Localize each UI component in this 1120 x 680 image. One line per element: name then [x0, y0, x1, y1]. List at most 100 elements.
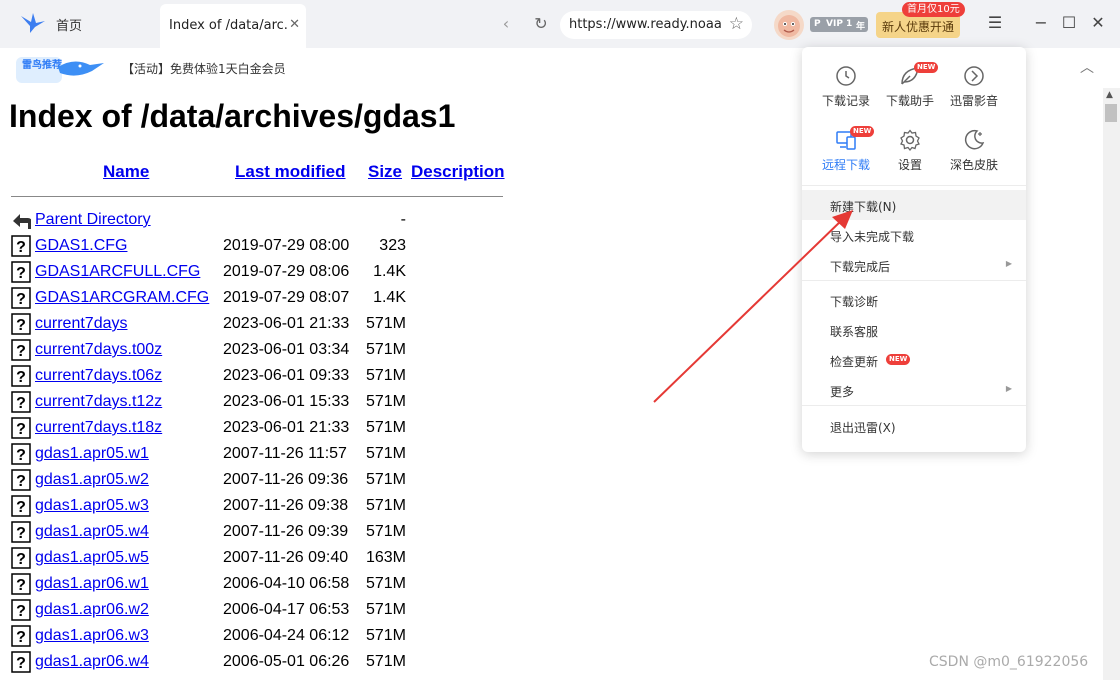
vip-letter: P [814, 19, 821, 29]
file-link[interactable]: current7days.t06z [35, 367, 162, 385]
thunder-bird-logo-icon[interactable] [20, 12, 46, 34]
menu-item[interactable]: 联系客服 [802, 315, 1026, 345]
tab-close-icon[interactable]: ✕ [289, 17, 300, 32]
minimize-icon[interactable]: − [1030, 12, 1052, 34]
file-last-modified: 2006-04-10 06:58 [223, 575, 350, 592]
unknown-file-icon: ? [11, 313, 31, 335]
file-link[interactable]: GDAS1.CFG [35, 237, 127, 255]
file-last-modified: 2023-06-01 15:33 [223, 393, 350, 410]
banner-activity-text[interactable]: 【活动】免费体验1天白金会员 [122, 60, 286, 77]
file-link[interactable]: gdas1.apr06.w4 [35, 653, 149, 671]
promo-button-label: 新人优惠开通 [882, 20, 955, 34]
unknown-file-icon: ? [11, 365, 31, 387]
column-header-size[interactable]: Size [368, 162, 402, 182]
file-link[interactable]: current7days [35, 315, 128, 333]
menu-divider [802, 280, 1026, 281]
menu-item[interactable]: 下载完成后 ▶ [802, 250, 1026, 280]
menu-item[interactable]: 新建下载(N) [802, 190, 1026, 220]
unknown-file-icon: ? [11, 287, 31, 309]
svg-text:?: ? [16, 603, 26, 620]
user-avatar[interactable] [774, 10, 804, 40]
menu-quick-history[interactable]: 下载记录 [814, 64, 878, 120]
home-tab[interactable]: 首页 [56, 15, 82, 34]
vip-level-text: VIP 1 [826, 19, 853, 29]
file-last-modified: 2023-06-01 21:33 [223, 315, 350, 332]
reload-icon[interactable]: ↻ [531, 14, 551, 34]
file-link[interactable]: gdas1.apr05.w3 [35, 497, 149, 515]
menu-quick-moon[interactable]: 深色皮肤 [942, 128, 1006, 184]
file-link[interactable]: GDAS1ARCFULL.CFG [35, 263, 200, 281]
column-header-description[interactable]: Description [411, 162, 505, 182]
file-link[interactable]: gdas1.apr05.w4 [35, 523, 149, 541]
file-size: 1.4K [373, 289, 406, 306]
address-bar[interactable]: https://www.ready.noaa.g ☆ [560, 11, 752, 39]
file-row: ? gdas1.apr06.w1 2006-04-10 06:58 571M [0, 572, 520, 598]
file-link[interactable]: gdas1.apr05.w1 [35, 445, 149, 463]
svg-text:?: ? [16, 551, 26, 568]
file-link[interactable]: current7days.t00z [35, 341, 162, 359]
window-close-icon[interactable]: ✕ [1087, 12, 1109, 34]
vertical-scrollbar[interactable]: ▲ [1103, 88, 1120, 680]
file-size: 323 [379, 237, 406, 254]
column-header-name[interactable]: Name [103, 162, 149, 182]
menu-item[interactable]: 更多 ▶ [802, 375, 1026, 405]
url-text[interactable]: https://www.ready.noaa.g [569, 17, 721, 32]
banner-logo-text: 雷鸟推荐 [22, 58, 62, 71]
back-icon[interactable]: ‹ [496, 14, 516, 34]
leibird-recommend-logo[interactable]: 雷鸟推荐 [14, 53, 106, 85]
menu-item[interactable]: 下载诊断 [802, 285, 1026, 315]
file-link[interactable]: gdas1.apr06.w2 [35, 601, 149, 619]
file-link[interactable]: GDAS1ARCGRAM.CFG [35, 289, 209, 307]
file-link[interactable]: gdas1.apr06.w3 [35, 627, 149, 645]
file-size: 163M [365, 549, 406, 566]
file-link[interactable]: gdas1.apr05.w5 [35, 549, 149, 567]
file-row: ? GDAS1.CFG 2019-07-29 08:00 323 [0, 234, 520, 260]
svg-text:?: ? [16, 473, 26, 490]
unknown-file-icon: ? [11, 443, 31, 465]
scroll-up-arrow-icon[interactable]: ▲ [1106, 90, 1113, 100]
unknown-file-icon: ? [11, 261, 31, 283]
menu-quick-player[interactable]: 迅雷影音 [942, 64, 1006, 120]
file-link[interactable]: current7days.t12z [35, 393, 162, 411]
file-link[interactable]: Parent Directory [35, 211, 151, 229]
unknown-file-icon: ? [11, 417, 31, 439]
menu-item[interactable]: 导入未完成下载 [802, 220, 1026, 250]
vip-level-badge[interactable]: P VIP 1 年 [810, 17, 868, 32]
menu-item-label: 更多 [830, 385, 855, 399]
menu-quick-leaf[interactable]: 下载助手 NEW [878, 62, 942, 120]
file-last-modified: 2007-11-26 09:38 [223, 497, 349, 514]
file-link[interactable]: gdas1.apr05.w2 [35, 471, 149, 489]
file-last-modified: 2019-07-29 08:06 [223, 263, 350, 280]
unknown-file-icon: ? [11, 235, 31, 257]
file-last-modified: 2006-04-17 06:53 [223, 601, 350, 618]
file-link[interactable]: gdas1.apr06.w1 [35, 575, 149, 593]
file-row: ? current7days.t12z 2023-06-01 15:33 571M [0, 390, 520, 416]
file-row: ? current7days.t06z 2023-06-01 09:33 571M [0, 364, 520, 390]
active-tab[interactable]: Index of /data/arc... ✕ [160, 4, 306, 48]
file-last-modified: 2007-11-26 09:36 [223, 471, 349, 488]
menu-item[interactable]: 退出迅雷(X) [802, 411, 1026, 441]
unknown-file-icon: ? [11, 573, 31, 595]
svg-text:?: ? [16, 317, 26, 334]
parent-directory-row: Parent Directory - [0, 208, 520, 234]
promo-price-tag: 首月仅10元 [902, 2, 965, 17]
file-row: ? current7days 2023-06-01 21:33 571M [0, 312, 520, 338]
chevron-up-icon[interactable]: ︿ [1080, 57, 1094, 77]
svg-text:?: ? [16, 395, 26, 412]
svg-text:?: ? [16, 343, 26, 360]
menu-item-label: 导入未完成下载 [830, 230, 915, 244]
file-link[interactable]: current7days.t18z [35, 419, 162, 437]
menu-item[interactable]: 检查更新 NEW [802, 345, 1026, 375]
menu-quick-gear[interactable]: 设置 [878, 128, 942, 184]
file-size: 571M [365, 471, 406, 488]
menu-hamburger-icon[interactable]: ☰ [984, 12, 1006, 34]
bookmark-star-icon[interactable]: ☆ [729, 14, 744, 34]
maximize-icon[interactable]: ☐ [1058, 12, 1080, 34]
file-size: 571M [365, 445, 406, 462]
file-size: 571M [365, 601, 406, 618]
scrollbar-thumb[interactable] [1105, 104, 1117, 122]
browser-top-bar: 首页 Index of /data/arc... ✕ ‹ ↻ https://w… [0, 0, 1120, 48]
csdn-watermark: CSDN @m0_61922056 [929, 654, 1089, 670]
menu-quick-remote-device[interactable]: 远程下载 NEW [814, 126, 878, 184]
column-header-last-modified[interactable]: Last modified [235, 162, 346, 182]
